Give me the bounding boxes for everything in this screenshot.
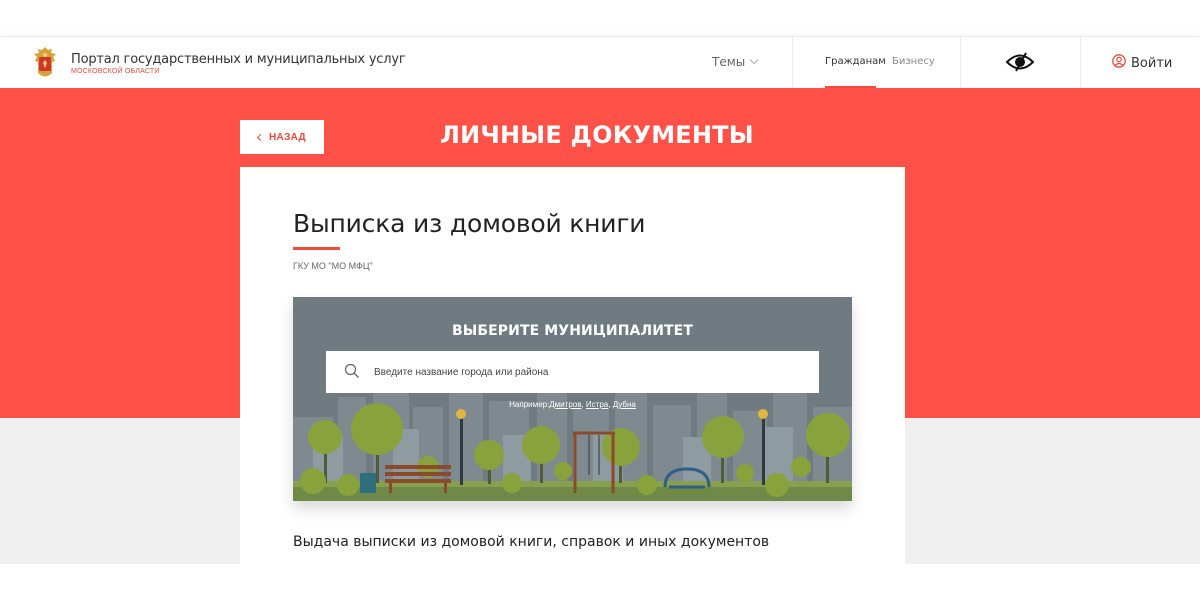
- municipality-selector: ВЫБЕРИТЕ МУНИЦИПАЛИТЕТ Например:Дмитров,…: [293, 297, 852, 501]
- tab-business[interactable]: Бизнесу: [892, 56, 935, 67]
- divider: [960, 37, 961, 89]
- themes-menu[interactable]: Темы: [712, 55, 759, 69]
- example-link-dmitrov[interactable]: Дмитров: [549, 400, 581, 409]
- divider: [792, 37, 793, 89]
- service-description: Выдача выписки из домовой книги, справок…: [293, 534, 770, 550]
- eye-icon[interactable]: [1006, 51, 1034, 73]
- section-title: ЛИЧНЫЕ ДОКУМЕНТЫ: [440, 121, 754, 149]
- coat-of-arms-icon[interactable]: [30, 45, 60, 81]
- service-title: Выписка из домовой книги: [293, 209, 646, 238]
- tab-citizens[interactable]: Гражданам: [825, 56, 886, 67]
- examples-prefix: Например:: [509, 400, 550, 409]
- back-button[interactable]: НАЗАД: [240, 120, 324, 154]
- back-label: НАЗАД: [269, 131, 306, 143]
- municipality-search-input[interactable]: [374, 351, 804, 393]
- example-link-dubna[interactable]: Дубна: [613, 400, 636, 409]
- organization-name: ГКУ МО "МО МФЦ": [293, 261, 373, 271]
- portal-subtitle: МОСКОВСКОЙ ОБЛАСТИ: [71, 68, 160, 75]
- municipality-title: ВЫБЕРИТЕ МУНИЦИПАЛИТЕТ: [452, 323, 693, 339]
- login-button[interactable]: Войти: [1112, 54, 1172, 71]
- themes-label: Темы: [712, 55, 746, 69]
- chevron-down-icon: [750, 55, 759, 65]
- municipality-search[interactable]: [326, 351, 819, 393]
- divider: [1080, 37, 1081, 89]
- search-icon: [344, 363, 359, 378]
- portal-title[interactable]: Портал государственных и муниципальных у…: [71, 52, 406, 67]
- top-header: Портал государственных и муниципальных у…: [0, 36, 1200, 89]
- page: Портал государственных и муниципальных у…: [0, 0, 1200, 600]
- user-icon: [1112, 54, 1126, 68]
- examples-hint: Например:Дмитров, Истра, Дубна: [293, 400, 852, 409]
- login-label: Войти: [1131, 56, 1173, 71]
- title-underline: [293, 247, 340, 250]
- example-link-istra[interactable]: Истра: [586, 400, 608, 409]
- chevron-left-icon: [256, 133, 265, 141]
